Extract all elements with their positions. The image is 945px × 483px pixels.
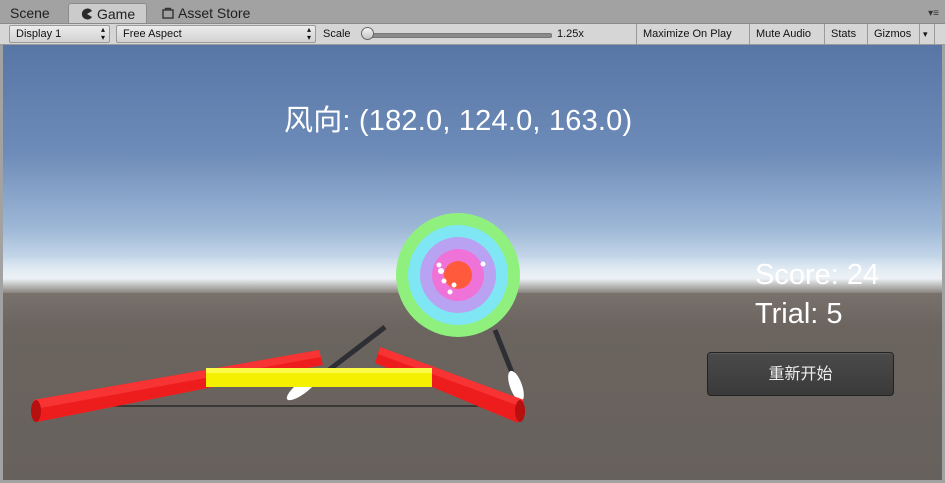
gizmos-dropdown-icon[interactable]: ▾ (920, 24, 935, 44)
scale-value: 1.25x (551, 24, 637, 44)
pacman-icon (81, 5, 93, 20)
scale-slider-thumb[interactable] (361, 27, 374, 40)
store-icon (162, 4, 174, 19)
arrow-hit-marker (436, 262, 442, 268)
tab-asset-store-label: Asset Store (178, 5, 251, 21)
display-dropdown[interactable]: Display 1 ▴ ▾ (9, 25, 110, 43)
arrow-hit-marker (480, 261, 486, 267)
tab-asset-store[interactable]: Asset Store (162, 3, 250, 23)
scale-label: Scale (323, 28, 351, 40)
editor-tab-bar: Scene Game Asset Store ▾≡ (0, 0, 945, 24)
aspect-dropdown-label: Free Aspect (123, 28, 182, 40)
tab-scene[interactable]: Scene (10, 3, 50, 23)
restart-button[interactable]: 重新开始 (707, 352, 894, 396)
dropdown-arrows-icon: ▴ ▾ (100, 25, 105, 42)
tab-game[interactable]: Game (68, 3, 147, 23)
score-text: Score: 24 (755, 259, 880, 291)
dropdown-arrows-icon: ▴ ▾ (306, 25, 311, 42)
scale-slider-track[interactable] (366, 33, 552, 38)
mute-audio-toggle[interactable]: Mute Audio (750, 24, 825, 44)
trial-text: Trial: 5 (755, 298, 843, 330)
arrow-hit-marker (438, 268, 444, 274)
arrow-hit-marker (441, 278, 447, 284)
tab-game-label: Game (97, 6, 136, 22)
game-toolbar: Display 1 ▴ ▾ Free Aspect ▴ ▾ Scale 1.25x … (0, 24, 945, 45)
game-viewport[interactable]: 风向: (182.0, 124.0, 163.0) Score: 24 Tria… (3, 45, 942, 480)
tab-menu-icon[interactable]: ▾≡ (928, 8, 939, 19)
maximize-on-play-toggle[interactable]: Maximize On Play (637, 24, 750, 44)
aspect-dropdown[interactable]: Free Aspect ▴ ▾ (116, 25, 316, 43)
display-dropdown-label: Display 1 (16, 28, 62, 40)
wind-direction-text: 风向: (182.0, 124.0, 163.0) (284, 105, 633, 137)
arrow-hit-marker (451, 282, 457, 288)
gizmos-button[interactable]: Gizmos (868, 24, 920, 44)
tab-scene-label: Scene (10, 5, 50, 21)
stats-toggle[interactable]: Stats (825, 24, 868, 44)
archery-target (396, 213, 520, 337)
arrow-hit-marker (447, 289, 453, 295)
gizmos-label: Gizmos (874, 28, 912, 40)
crossbow (31, 347, 525, 423)
